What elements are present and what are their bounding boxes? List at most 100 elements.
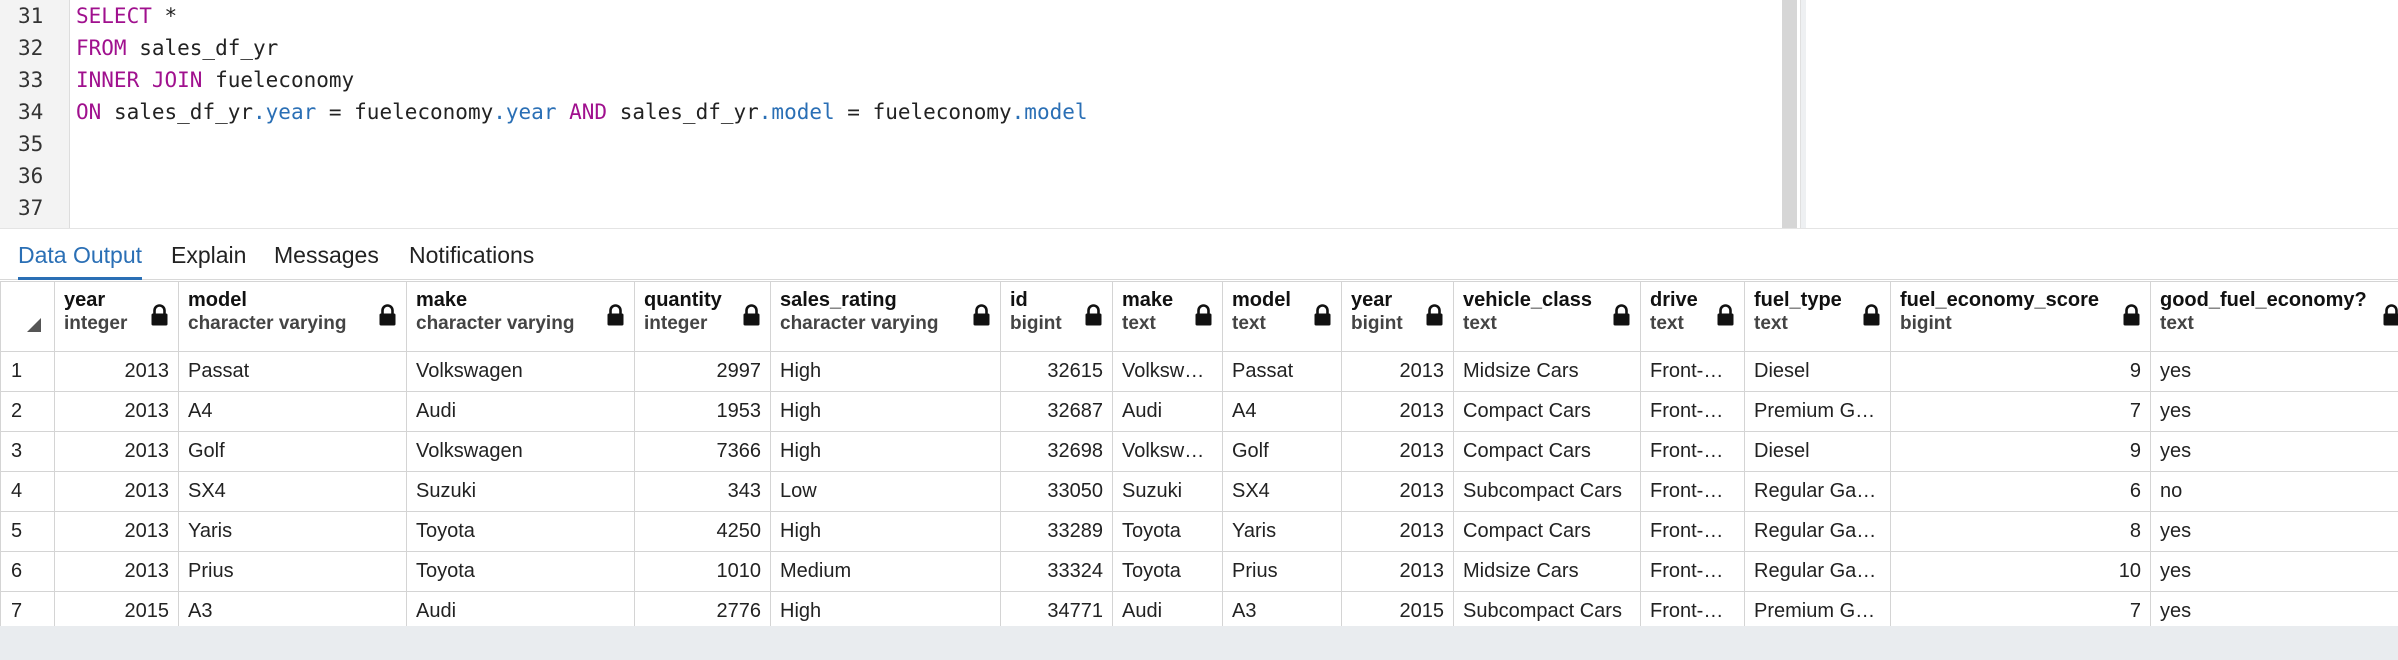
table-cell[interactable]: 2013 bbox=[54, 351, 179, 392]
table-cell[interactable]: 9 bbox=[1890, 351, 2151, 392]
table-cell[interactable]: 4250 bbox=[634, 511, 771, 552]
table-cell[interactable]: Passat bbox=[178, 351, 407, 392]
table-cell[interactable]: A3 bbox=[1222, 591, 1342, 626]
table-row[interactable]: 1 2013 Passat Volkswagen 2997 High 32615 Volksw… bbox=[0, 351, 2398, 392]
table-cell[interactable]: 1953 bbox=[634, 391, 771, 432]
code-line[interactable]: FROM sales_df_yr bbox=[76, 32, 278, 64]
table-cell[interactable]: Regular Gaso… bbox=[1744, 511, 1891, 552]
table-cell[interactable]: Suzuki bbox=[406, 471, 635, 512]
table-cell[interactable]: Regular Gaso… bbox=[1744, 471, 1891, 512]
table-cell[interactable]: 1010 bbox=[634, 551, 771, 592]
row-number[interactable]: 4 bbox=[0, 471, 55, 512]
table-cell[interactable]: 10 bbox=[1890, 551, 2151, 592]
table-cell[interactable]: 2013 bbox=[1341, 551, 1454, 592]
row-number[interactable]: 6 bbox=[0, 551, 55, 592]
table-cell[interactable]: High bbox=[770, 591, 1001, 626]
table-cell[interactable]: Front-W… bbox=[1640, 351, 1745, 392]
table-cell[interactable]: 7 bbox=[1890, 591, 2151, 626]
column-header[interactable]: quantity integer bbox=[634, 281, 771, 352]
column-header[interactable]: good_fuel_economy? text bbox=[2150, 281, 2398, 352]
sql-editor[interactable]: 31 32 33 34 35 36 37 SELECT * FROM sales_df_yr I… bbox=[0, 0, 1782, 228]
table-cell[interactable]: Volkswagen bbox=[406, 431, 635, 472]
table-cell[interactable]: Suzuki bbox=[1112, 471, 1223, 512]
column-header[interactable]: fuel_economy_score bigint bbox=[1890, 281, 2151, 352]
table-cell[interactable]: Premium Gas… bbox=[1744, 591, 1891, 626]
table-cell[interactable]: Yaris bbox=[178, 511, 407, 552]
table-cell[interactable]: 32698 bbox=[1000, 431, 1113, 472]
column-header[interactable]: fuel_type text bbox=[1744, 281, 1891, 352]
table-cell[interactable]: Compact Cars bbox=[1453, 391, 1641, 432]
table-cell[interactable]: SX4 bbox=[178, 471, 407, 512]
table-cell[interactable]: Subcompact Cars bbox=[1453, 471, 1641, 512]
table-cell[interactable]: yes bbox=[2150, 511, 2398, 552]
column-header[interactable]: make character varying bbox=[406, 281, 635, 352]
table-cell[interactable]: Toyota bbox=[406, 551, 635, 592]
table-cell[interactable]: no bbox=[2150, 471, 2398, 512]
table-cell[interactable]: Audi bbox=[406, 391, 635, 432]
table-row[interactable]: 6 2013 Prius Toyota 1010 Medium 33324 Toyota Pri… bbox=[0, 551, 2398, 592]
table-row[interactable]: 2 2013 A4 Audi 1953 High 32687 Audi A4 2013 Compac… bbox=[0, 391, 2398, 432]
table-cell[interactable]: yes bbox=[2150, 431, 2398, 472]
table-cell[interactable]: Yaris bbox=[1222, 511, 1342, 552]
column-header[interactable]: drive text bbox=[1640, 281, 1745, 352]
table-cell[interactable]: 9 bbox=[1890, 431, 2151, 472]
table-cell[interactable]: Toyota bbox=[406, 511, 635, 552]
editor-scrollbar[interactable] bbox=[1782, 0, 1797, 228]
table-cell[interactable]: Volkswa… bbox=[1112, 431, 1223, 472]
table-cell[interactable]: Audi bbox=[1112, 391, 1223, 432]
table-cell[interactable]: 2776 bbox=[634, 591, 771, 626]
table-cell[interactable]: 32687 bbox=[1000, 391, 1113, 432]
table-cell[interactable]: 2013 bbox=[54, 391, 179, 432]
table-cell[interactable]: 33289 bbox=[1000, 511, 1113, 552]
table-cell[interactable]: 2997 bbox=[634, 351, 771, 392]
table-cell[interactable]: High bbox=[770, 431, 1001, 472]
table-cell[interactable]: 32615 bbox=[1000, 351, 1113, 392]
tab-data-output[interactable]: Data Output bbox=[18, 229, 143, 280]
table-cell[interactable]: Toyota bbox=[1112, 551, 1223, 592]
table-cell[interactable]: Midsize Cars bbox=[1453, 351, 1641, 392]
column-header[interactable]: model text bbox=[1222, 281, 1342, 352]
select-all-cell[interactable] bbox=[0, 281, 55, 352]
table-cell[interactable]: Compact Cars bbox=[1453, 431, 1641, 472]
table-cell[interactable]: Front-W… bbox=[1640, 471, 1745, 512]
table-cell[interactable]: 33324 bbox=[1000, 551, 1113, 592]
table-cell[interactable]: Front-W… bbox=[1640, 551, 1745, 592]
table-cell[interactable]: 2013 bbox=[54, 431, 179, 472]
table-cell[interactable]: Regular Gaso… bbox=[1744, 551, 1891, 592]
table-cell[interactable]: Medium bbox=[770, 551, 1001, 592]
table-cell[interactable]: Low bbox=[770, 471, 1001, 512]
table-cell[interactable]: Front-W… bbox=[1640, 431, 1745, 472]
table-cell[interactable]: Subcompact Cars bbox=[1453, 591, 1641, 626]
table-cell[interactable]: 2013 bbox=[1341, 431, 1454, 472]
table-cell[interactable]: Front-W… bbox=[1640, 391, 1745, 432]
table-cell[interactable]: yes bbox=[2150, 591, 2398, 626]
table-cell[interactable]: 2013 bbox=[1341, 351, 1454, 392]
table-cell[interactable]: A4 bbox=[1222, 391, 1342, 432]
row-number[interactable]: 3 bbox=[0, 431, 55, 472]
table-cell[interactable]: yes bbox=[2150, 351, 2398, 392]
row-number[interactable]: 2 bbox=[0, 391, 55, 432]
table-row[interactable]: 7 2015 A3 Audi 2776 High 34771 Audi A3 2015 Subcom… bbox=[0, 591, 2398, 626]
column-header[interactable]: model character varying bbox=[178, 281, 407, 352]
table-cell[interactable]: Audi bbox=[406, 591, 635, 626]
table-cell[interactable]: Compact Cars bbox=[1453, 511, 1641, 552]
table-cell[interactable]: High bbox=[770, 511, 1001, 552]
table-cell[interactable]: Diesel bbox=[1744, 351, 1891, 392]
column-header[interactable]: year bigint bbox=[1341, 281, 1454, 352]
column-header[interactable]: sales_rating character varying bbox=[770, 281, 1001, 352]
table-cell[interactable]: A3 bbox=[178, 591, 407, 626]
table-cell[interactable]: 33050 bbox=[1000, 471, 1113, 512]
table-cell[interactable]: Diesel bbox=[1744, 431, 1891, 472]
row-number[interactable]: 1 bbox=[0, 351, 55, 392]
table-cell[interactable]: High bbox=[770, 351, 1001, 392]
table-cell[interactable]: Prius bbox=[178, 551, 407, 592]
table-cell[interactable]: High bbox=[770, 391, 1001, 432]
column-header[interactable]: vehicle_class text bbox=[1453, 281, 1641, 352]
table-row[interactable]: 4 2013 SX4 Suzuki 343 Low 33050 Suzuki SX4 2013 Su… bbox=[0, 471, 2398, 512]
table-cell[interactable]: 2013 bbox=[1341, 471, 1454, 512]
table-cell[interactable]: 8 bbox=[1890, 511, 2151, 552]
row-number[interactable]: 7 bbox=[0, 591, 55, 626]
table-cell[interactable]: yes bbox=[2150, 391, 2398, 432]
table-row[interactable]: 5 2013 Yaris Toyota 4250 High 33289 Toyota Yaris… bbox=[0, 511, 2398, 552]
table-cell[interactable]: Toyota bbox=[1112, 511, 1223, 552]
